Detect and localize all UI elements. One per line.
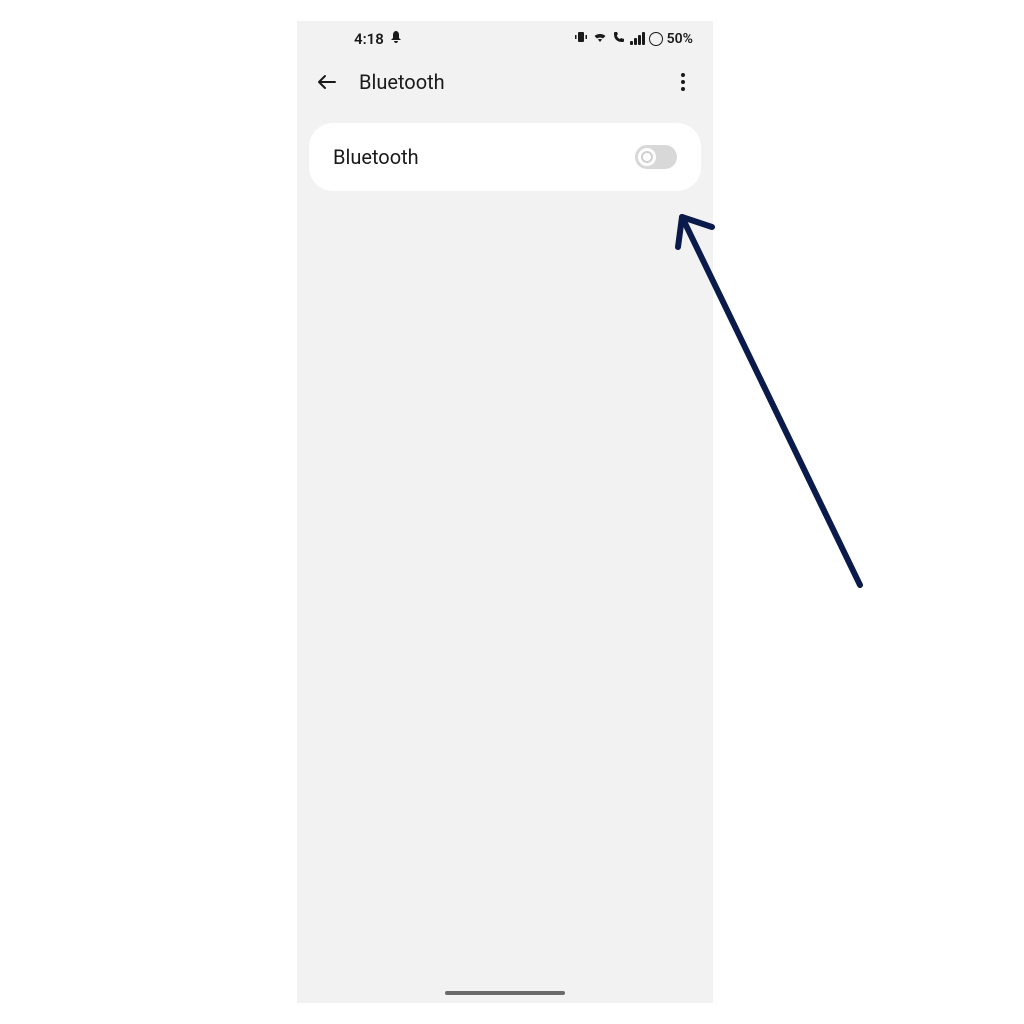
home-indicator[interactable]: [445, 991, 565, 995]
status-bar: 4:18 50%: [297, 21, 713, 57]
status-bar-left: 4:18: [354, 30, 402, 48]
bluetooth-label: Bluetooth: [333, 145, 419, 169]
status-bar-right: 50%: [574, 30, 693, 48]
phone-screen: 4:18 50% Bluetooth: [297, 21, 713, 1003]
battery-percent: 50%: [667, 31, 693, 47]
app-bar: Bluetooth: [297, 57, 713, 107]
toggle-knob: [638, 148, 656, 166]
status-time: 4:18: [354, 30, 384, 48]
back-button[interactable]: [315, 70, 339, 94]
more-options-button[interactable]: [671, 70, 695, 94]
page-title: Bluetooth: [359, 70, 651, 94]
battery-ring-icon: [649, 32, 663, 46]
content-area: Bluetooth: [297, 107, 713, 207]
signal-icon: [630, 33, 645, 45]
bluetooth-toggle[interactable]: [635, 145, 677, 169]
notification-icon: [390, 30, 402, 48]
wifi-icon: [592, 31, 608, 47]
phone-call-icon: [612, 30, 626, 48]
vibrate-icon: [574, 30, 588, 48]
bluetooth-setting-row: Bluetooth: [309, 123, 701, 191]
